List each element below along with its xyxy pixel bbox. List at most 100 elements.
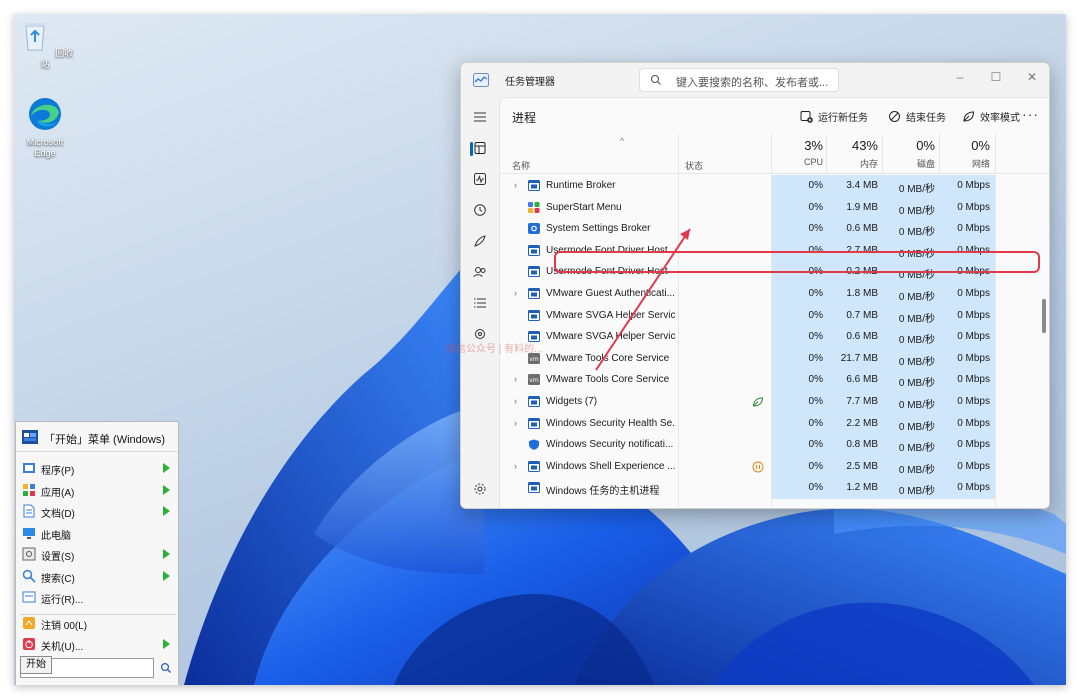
paused-icon xyxy=(752,461,764,473)
column-cpu[interactable]: 3% CPU xyxy=(772,138,823,167)
end-task-button[interactable]: 结束任务 xyxy=(888,109,946,124)
process-row[interactable]: › Widgets (7) 0% 7.7 MB 0 MB/秒 0 Mbps xyxy=(500,390,1049,413)
apps-icon xyxy=(23,484,35,496)
start-menu-item-shutdown[interactable]: 关机(U)... xyxy=(16,634,178,655)
process-name: System Settings Broker xyxy=(546,223,651,235)
process-row[interactable]: VMware SVGA Helper Service 0% 0.7 MB 0 MB/秒… xyxy=(500,304,1049,327)
hamburger-icon xyxy=(474,112,486,122)
process-cpu: 0% xyxy=(808,460,823,472)
column-name[interactable]: 名称 xyxy=(512,159,530,172)
process-row[interactable]: System Settings Broker 0% 0.6 MB 0 MB/秒 0 Mb… xyxy=(500,218,1049,240)
this-pc-icon xyxy=(23,528,35,539)
desktop-icon-edge[interactable]: Microsoft Edge xyxy=(15,96,75,159)
process-name: VMware Tools Core Service xyxy=(546,374,670,386)
process-cpu: 0% xyxy=(808,331,823,343)
process-name: SuperStart Menu xyxy=(546,201,622,213)
start-menu-item-documents[interactable]: 文档(D) xyxy=(16,501,178,522)
process-disk: 0 MB/秒 xyxy=(898,335,935,347)
expand-chevron-icon[interactable]: › xyxy=(514,418,517,428)
close-button[interactable]: ✕ xyxy=(1015,67,1049,87)
sort-indicator-icon[interactable]: ^ xyxy=(620,136,624,146)
process-name: Windows 任务的主机进程 xyxy=(546,486,660,498)
nav-performance[interactable] xyxy=(467,167,493,191)
disk-percent: 0% xyxy=(916,138,935,153)
process-memory: 0.6 MB xyxy=(846,331,878,343)
expand-chevron-icon[interactable]: › xyxy=(514,461,517,471)
start-menu-item-label: 注销 00(L) xyxy=(41,621,88,632)
process-row[interactable]: VMware SVGA Helper Service 0% 0.6 MB 0 MB/秒… xyxy=(500,326,1049,348)
minimize-button[interactable]: – xyxy=(943,67,977,87)
process-name: Runtime Broker xyxy=(546,180,616,191)
window-icon xyxy=(528,287,540,299)
nav-details[interactable] xyxy=(467,291,493,315)
column-status[interactable]: 状态 xyxy=(685,159,703,172)
window-icon xyxy=(528,395,540,407)
nav-users[interactable] xyxy=(467,260,493,284)
end-task-label: 结束任务 xyxy=(906,113,946,124)
search-input[interactable]: 键入要搜索的名称、发布者或... xyxy=(639,68,839,92)
scroll-thumb[interactable] xyxy=(1042,299,1046,333)
start-menu-item-apps[interactable]: 应用(A) xyxy=(16,480,178,501)
search-icon xyxy=(650,74,661,85)
column-divider[interactable] xyxy=(678,134,679,174)
process-row[interactable]: vm VMware Tools Core Service 0% 21.7 MB 0 MB… xyxy=(500,347,1049,370)
process-disk: 0 MB/秒 xyxy=(898,356,935,368)
process-network: 0 Mbps xyxy=(957,180,990,191)
process-name: VMware SVGA Helper Service xyxy=(546,331,676,343)
start-menu-item-settings[interactable]: 设置(S) xyxy=(16,544,178,565)
task-manager-window: 任务管理器 键入要搜索的名称、发布者或... – ☐ ✕ 进程 运行新任务 结束… xyxy=(460,62,1050,509)
process-row[interactable]: › Windows Security Health Se... 0% 2.2 MB 0 … xyxy=(500,412,1049,435)
process-row[interactable]: › Runtime Broker 0% 3.4 MB 0 MB/秒 0 Mbps xyxy=(500,175,1049,197)
start-menu-item-label: 设置(S) xyxy=(41,552,75,563)
search-icon xyxy=(22,569,36,583)
run-new-task-button[interactable]: 运行新任务 xyxy=(800,109,868,124)
maximize-button[interactable]: ☐ xyxy=(979,67,1013,87)
process-row[interactable]: Windows Security notificati... 0% 0.8 MB 0 … xyxy=(500,434,1049,456)
leaf-icon xyxy=(963,111,975,122)
nav-app-history[interactable] xyxy=(467,198,493,222)
process-network: 0 Mbps xyxy=(957,287,990,299)
nav-processes[interactable] xyxy=(467,136,493,160)
start-tooltip: 开始 xyxy=(20,656,52,674)
more-options-button[interactable]: ··· xyxy=(1022,106,1039,122)
start-menu-item-this-pc[interactable]: 此电脑 xyxy=(16,523,178,544)
start-menu-item-logoff[interactable]: 注销 00(L) xyxy=(16,613,178,634)
expand-chevron-icon[interactable]: › xyxy=(514,288,517,298)
process-cpu: 0% xyxy=(808,352,823,364)
column-memory[interactable]: 43% 内存 xyxy=(823,138,878,170)
expand-chevron-icon[interactable]: › xyxy=(514,396,517,406)
process-row[interactable]: › vm VMware Tools Core Service 0% 6.6 MB 0 MB… xyxy=(500,369,1049,391)
task-manager-icon xyxy=(473,73,489,87)
column-disk[interactable]: 0% 磁盘 xyxy=(878,138,935,170)
vertical-scrollbar[interactable] xyxy=(1041,175,1047,508)
start-menu-item-run[interactable]: 运行(R)... xyxy=(16,587,178,608)
process-memory: 6.6 MB xyxy=(846,374,878,386)
efficiency-mode-button[interactable]: 效率模式 xyxy=(962,109,1020,124)
process-row[interactable]: › VMware Guest Authenticati... 0% 1.8 MB 0 M… xyxy=(500,282,1049,305)
memory-percent: 43% xyxy=(851,138,878,153)
column-divider[interactable] xyxy=(995,134,996,174)
title-bar[interactable]: 任务管理器 键入要搜索的名称、发布者或... – ☐ ✕ xyxy=(461,63,1049,97)
expand-chevron-icon[interactable]: › xyxy=(514,374,517,384)
process-network: 0 Mbps xyxy=(957,439,990,451)
process-row[interactable]: › Windows Shell Experience ... 0% 2.5 MB 0 M… xyxy=(500,455,1049,478)
submenu-arrow-icon xyxy=(163,485,170,495)
desktop-icon-recycle-bin[interactable]: 回收站 xyxy=(15,18,75,70)
column-network[interactable]: 0% 网络 xyxy=(935,138,990,170)
end-task-icon xyxy=(889,111,900,122)
process-row[interactable]: Windows 任务的主机进程 0% 1.2 MB 0 MB/秒 0 Mbps xyxy=(500,477,1049,499)
nav-startup-apps[interactable] xyxy=(467,229,493,253)
search-icon[interactable] xyxy=(160,662,172,674)
start-menu-item-search[interactable]: 搜索(C) xyxy=(16,566,178,587)
process-disk: 0 MB/秒 xyxy=(898,313,935,325)
process-name: VMware Tools Core Service xyxy=(546,352,670,364)
start-menu-header[interactable]: 「开始」菜单 (Windows) xyxy=(16,422,178,452)
nav-menu-toggle[interactable] xyxy=(467,105,493,129)
process-row[interactable]: SuperStart Menu 0% 1.9 MB 0 MB/秒 0 Mbps xyxy=(500,196,1049,219)
toolbar: 进程 运行新任务 结束任务 效率模式 ··· xyxy=(500,98,1049,134)
nav-settings[interactable] xyxy=(467,477,493,501)
expand-chevron-icon[interactable]: › xyxy=(514,180,517,190)
grid-line xyxy=(995,175,996,508)
process-network: 0 Mbps xyxy=(957,395,990,407)
start-menu-item-programs[interactable]: 程序(P) xyxy=(16,458,178,479)
